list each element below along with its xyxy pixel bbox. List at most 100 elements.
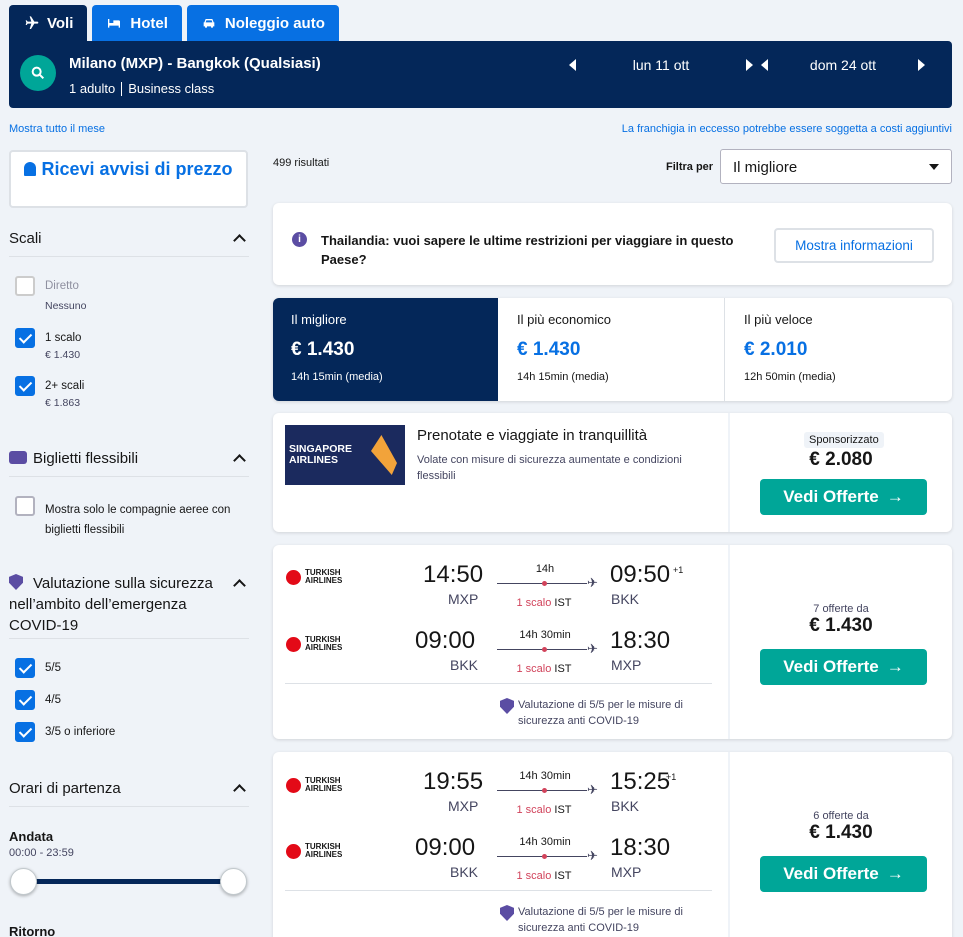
airline-name: TURKISH AIRLINES bbox=[305, 776, 343, 793]
search-summary-bar[interactable]: Milano (MXP) - Bangkok (Qualsiasi) 1 adu… bbox=[9, 41, 952, 108]
stop-dot bbox=[542, 647, 547, 652]
flex-tickets-title[interactable]: Biglietti flessibili bbox=[33, 450, 138, 467]
chevron-up-icon[interactable] bbox=[233, 579, 246, 592]
plane-icon: ✈ bbox=[587, 782, 598, 797]
sort-tab-best[interactable]: Il migliore € 1.430 14h 15min (media) bbox=[273, 298, 498, 401]
passenger-info: 1 adulto Business class bbox=[69, 81, 214, 96]
sponsored-desc: Volate con misure di sicurezza aumentate… bbox=[417, 454, 682, 482]
sort-tab-cheapest-duration: 14h 15min (media) bbox=[517, 371, 609, 383]
sponsored-price: € 2.080 bbox=[809, 449, 873, 470]
flight-duration: 14h 30min bbox=[519, 629, 571, 641]
checkbox-covid-3[interactable] bbox=[15, 722, 35, 742]
divider bbox=[728, 413, 730, 532]
day-offset: +1 bbox=[666, 772, 677, 782]
route-text: Milano (MXP) - Bangkok (Qualsiasi) bbox=[69, 55, 321, 72]
departure-time: 09:00 bbox=[415, 627, 476, 654]
divider bbox=[728, 545, 730, 739]
view-offers-button[interactable]: Vedi Offerte → bbox=[760, 649, 927, 685]
airline-name: TURKISH AIRLINES bbox=[305, 635, 343, 652]
stop-dot bbox=[542, 581, 547, 586]
flight-price: € 1.430 bbox=[809, 822, 873, 843]
chevron-up-icon[interactable] bbox=[233, 454, 246, 467]
sort-tab-cheapest[interactable]: Il più economico € 1.430 14h 15min (medi… bbox=[499, 298, 725, 401]
stops-count: 1 scalo bbox=[516, 597, 552, 609]
next-return-date-button[interactable] bbox=[918, 59, 925, 71]
arrival-airport: MXP bbox=[611, 864, 642, 880]
arrow-right-icon: → bbox=[886, 864, 904, 883]
search-icon[interactable] bbox=[20, 55, 56, 91]
divider bbox=[728, 752, 730, 937]
turkish-airlines-icon bbox=[286, 777, 301, 793]
checkbox-2-stops[interactable] bbox=[15, 376, 35, 396]
tab-car-hire[interactable]: Noleggio auto bbox=[186, 5, 339, 41]
filter-label: Filtra per bbox=[666, 161, 714, 173]
flight-price: € 1.430 bbox=[809, 615, 873, 636]
stops-filter-title[interactable]: Scali bbox=[9, 230, 42, 247]
stops-info: 1 scalo IST bbox=[494, 597, 594, 609]
next-depart-date-button[interactable] bbox=[746, 59, 753, 71]
baggage-fees-link[interactable]: La franchigia in eccesso potrebbe essere… bbox=[622, 123, 952, 135]
flight-duration: 14h bbox=[535, 563, 555, 575]
covid-rating: Valutazione di 5/5 per le misure di sicu… bbox=[500, 904, 708, 936]
notice-text: Thailandia: vuoi sapere le ultime restri… bbox=[321, 233, 734, 267]
divider bbox=[9, 806, 249, 807]
slider-handle-start[interactable] bbox=[10, 868, 37, 895]
departure-times-title[interactable]: Orari di partenza bbox=[9, 780, 121, 797]
price-alert-button[interactable]: Ricevi avvisi di prezzo bbox=[9, 150, 248, 208]
sort-tab-cheapest-title: Il più economico bbox=[517, 312, 611, 327]
slider-handle-end[interactable] bbox=[220, 868, 247, 895]
offers-count: 6 offerte da bbox=[813, 810, 869, 822]
sort-tab-best-price: € 1.430 bbox=[291, 339, 355, 360]
sort-tab-cheapest-price: € 1.430 bbox=[517, 339, 581, 360]
outbound-time-slider[interactable] bbox=[23, 879, 234, 884]
checkbox-direct[interactable] bbox=[15, 276, 35, 296]
departure-airport: BKK bbox=[450, 657, 479, 673]
tab-hotel[interactable]: Hotel bbox=[92, 5, 182, 41]
sponsored-offers-button[interactable]: Vedi Offerte → bbox=[760, 479, 927, 515]
return-label: Ritorno bbox=[9, 924, 56, 937]
show-info-button[interactable]: Mostra informazioni bbox=[774, 228, 934, 263]
sort-tab-fastest[interactable]: Il più veloce € 2.010 12h 50min (media) bbox=[726, 298, 952, 401]
prev-depart-date-button[interactable] bbox=[569, 59, 576, 71]
stop-dot bbox=[542, 788, 547, 793]
car-icon bbox=[203, 19, 215, 28]
sort-tab-fastest-duration: 12h 50min (media) bbox=[744, 371, 836, 383]
stop-airport: IST bbox=[554, 804, 572, 816]
view-offers-button[interactable]: Vedi Offerte → bbox=[760, 856, 927, 892]
chevron-up-icon[interactable] bbox=[233, 234, 246, 247]
divider bbox=[285, 890, 712, 891]
depart-date[interactable]: lun 11 ott bbox=[576, 57, 746, 73]
checkbox-1-stop[interactable] bbox=[15, 328, 35, 348]
checkbox-covid-5[interactable] bbox=[15, 658, 35, 678]
arrival-airport: MXP bbox=[611, 657, 642, 673]
flight-duration: 14h 30min bbox=[519, 836, 571, 848]
divider bbox=[285, 683, 712, 684]
show-month-link[interactable]: Mostra tutto il mese bbox=[9, 123, 105, 135]
tab-flights[interactable]: Voli bbox=[9, 5, 88, 41]
covid-5-label: 5/5 bbox=[45, 662, 61, 674]
outbound-label: Andata bbox=[9, 829, 54, 844]
covid-rating-text: Valutazione di 5/5 per le misure di sicu… bbox=[518, 906, 683, 934]
chevron-up-icon[interactable] bbox=[233, 784, 246, 797]
return-date[interactable]: dom 24 ott bbox=[768, 57, 918, 73]
airline-logo: TURKISH AIRLINES bbox=[286, 636, 349, 652]
covid-filter-title[interactable]: Valutazione sulla sicurezza nell’ambito … bbox=[9, 573, 234, 636]
two-stops-label: 2+ scali bbox=[45, 380, 85, 392]
checkbox-flex-tickets[interactable] bbox=[15, 496, 35, 516]
sort-select[interactable]: Il migliore bbox=[720, 149, 952, 184]
offers-count: 7 offerte da bbox=[813, 603, 869, 615]
cabin-text: Business class bbox=[128, 81, 215, 96]
results-count: 499 risultati bbox=[273, 157, 330, 169]
product-tabs: Voli Hotel Noleggio auto bbox=[9, 5, 339, 41]
plane-icon: ✈ bbox=[587, 848, 598, 863]
prev-return-date-button[interactable] bbox=[761, 59, 768, 71]
stop-airport: IST bbox=[554, 663, 572, 675]
stops-count: 1 scalo bbox=[516, 870, 552, 882]
chevron-down-icon bbox=[929, 164, 939, 170]
travel-notice-card: i Thailandia: vuoi sapere le ultime rest… bbox=[273, 203, 952, 285]
ticket-icon bbox=[9, 451, 27, 464]
airline-logo: TURKISH AIRLINES bbox=[286, 777, 349, 793]
checkbox-covid-4[interactable] bbox=[15, 690, 35, 710]
sort-tab-best-title: Il migliore bbox=[291, 312, 347, 327]
offers-summary: 6 offerte da € 1.430 bbox=[730, 810, 952, 844]
